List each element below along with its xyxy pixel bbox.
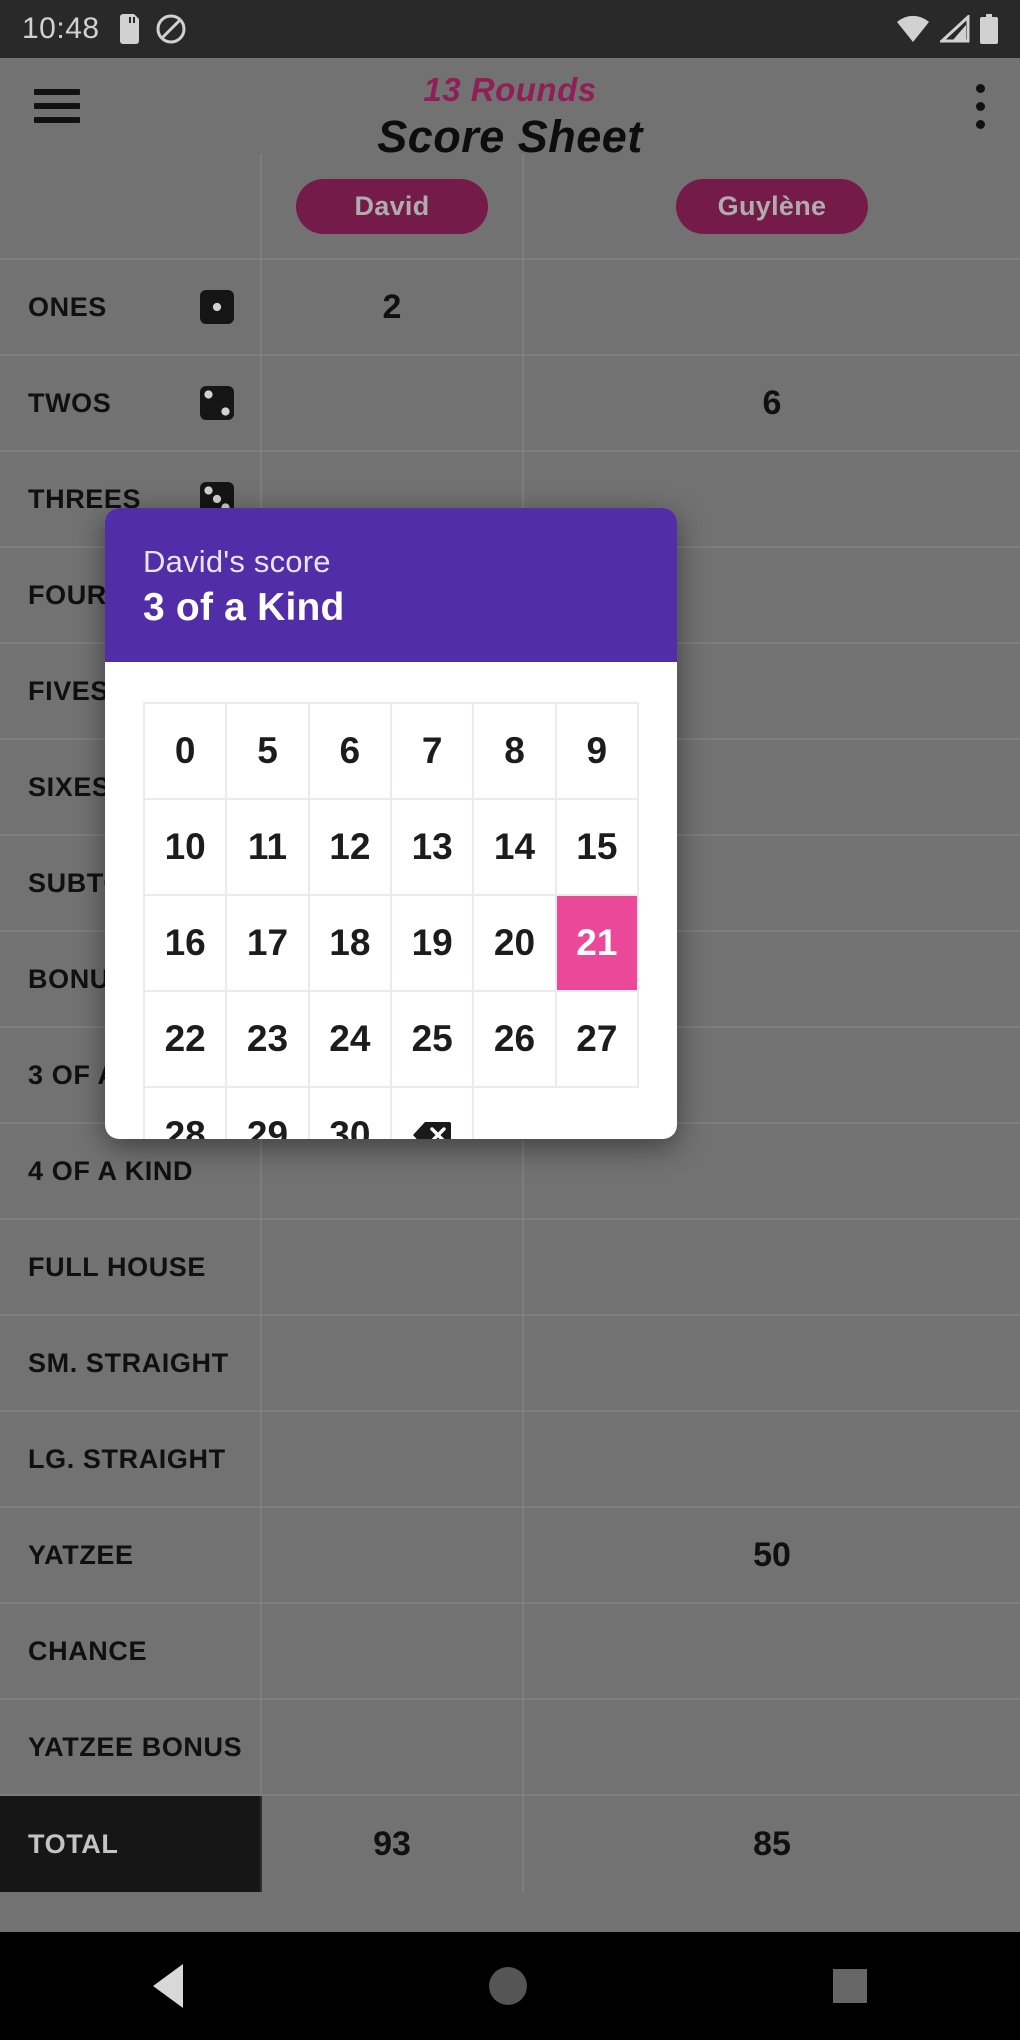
keypad-key-25[interactable]: 25 <box>392 992 475 1088</box>
keypad-key-22[interactable]: 22 <box>145 992 228 1088</box>
dialog-title: 3 of a Kind <box>143 586 345 629</box>
keypad-empty-cell <box>474 1088 556 1139</box>
dialog-header: David's score 3 of a Kind <box>105 508 677 662</box>
keypad-key-19[interactable]: 19 <box>392 896 475 992</box>
keypad-key-10[interactable]: 10 <box>145 800 228 896</box>
keypad-key-9[interactable]: 9 <box>556 704 639 800</box>
system-nav-bar <box>0 1932 1020 2040</box>
dialog-subtitle: David's score <box>143 544 331 579</box>
keypad-key-7[interactable]: 7 <box>392 704 475 800</box>
keypad-key-15[interactable]: 15 <box>556 800 639 896</box>
back-triangle-icon[interactable] <box>153 1964 183 2008</box>
keypad-key-24[interactable]: 24 <box>309 992 392 1088</box>
keypad-key-26[interactable]: 26 <box>474 992 557 1088</box>
backspace-icon[interactable] <box>392 1088 475 1139</box>
keypad-key-21[interactable]: 21 <box>556 896 639 992</box>
keypad-empty-cell <box>557 1088 639 1139</box>
keypad-key-27[interactable]: 27 <box>556 992 639 1088</box>
keypad-key-28[interactable]: 28 <box>145 1088 228 1139</box>
keypad-grid: 0 5 6 7 8 9 10 11 12 13 14 15 16 17 18 19 20 21 22 23 24 25 26… <box>143 702 639 1139</box>
keypad-key-12[interactable]: 12 <box>309 800 392 896</box>
keypad-key-0[interactable]: 0 <box>145 704 228 800</box>
keypad-key-16[interactable]: 16 <box>145 896 228 992</box>
score-entry-dialog: David's score 3 of a Kind 0 5 6 7 8 9 10 11 12 13… <box>105 508 677 1139</box>
keypad-key-8[interactable]: 8 <box>474 704 557 800</box>
keypad-key-29[interactable]: 29 <box>227 1088 310 1139</box>
keypad-key-11[interactable]: 11 <box>227 800 310 896</box>
home-circle-icon[interactable] <box>489 1967 527 2005</box>
keypad-key-17[interactable]: 17 <box>227 896 310 992</box>
keypad-key-6[interactable]: 6 <box>309 704 392 800</box>
keypad-key-23[interactable]: 23 <box>227 992 310 1088</box>
keypad-key-14[interactable]: 14 <box>474 800 557 896</box>
keypad-key-30[interactable]: 30 <box>309 1088 392 1139</box>
keypad-key-13[interactable]: 13 <box>392 800 475 896</box>
app-screen: 10:48 13 Rounds Score Sheet David Guylèn… <box>0 0 1020 2040</box>
backspace-glyph <box>413 1122 452 1139</box>
keypad-key-20[interactable]: 20 <box>474 896 557 992</box>
keypad-key-5[interactable]: 5 <box>227 704 310 800</box>
keypad-key-18[interactable]: 18 <box>309 896 392 992</box>
recents-square-icon[interactable] <box>833 1969 867 2003</box>
keypad: 0 5 6 7 8 9 10 11 12 13 14 15 16 17 18 19 20 21 22 23 24 25 26… <box>105 662 677 1139</box>
